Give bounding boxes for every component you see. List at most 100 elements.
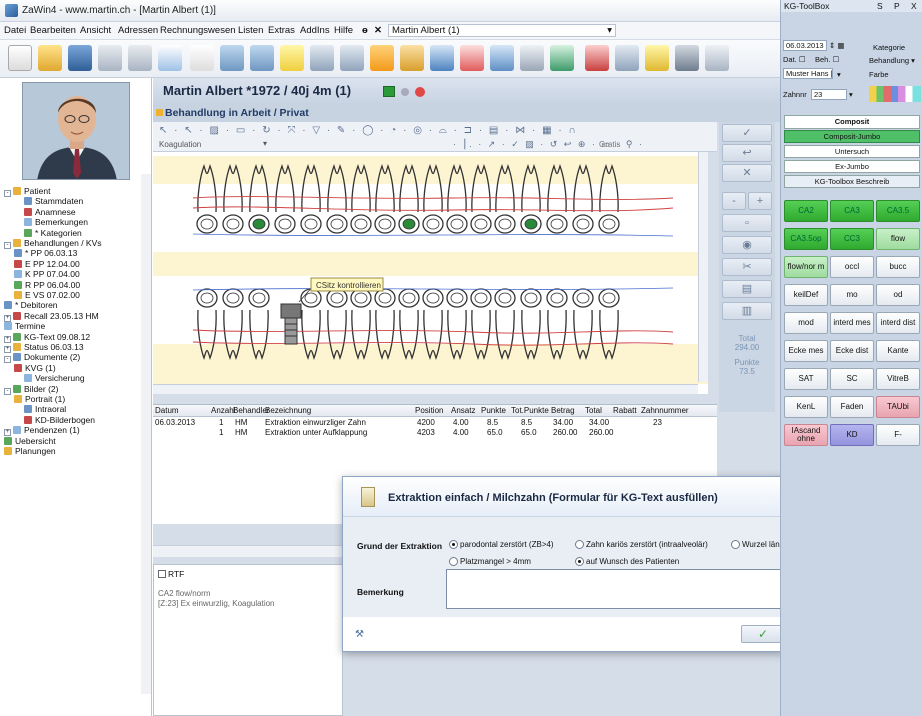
tree-item[interactable]: * Debitoren — [4, 300, 58, 311]
toolbox-key[interactable]: Faden — [830, 396, 874, 418]
menu-hilfe[interactable]: Hilfe — [334, 25, 353, 36]
pin-icon[interactable]: ɵ — [362, 25, 368, 36]
tree-item[interactable]: KD-Bilderbogen — [24, 415, 95, 426]
prev-record-icon[interactable] — [340, 45, 364, 71]
toolbox-key[interactable]: mod — [784, 312, 828, 334]
zahn-input[interactable]: 23 — [811, 89, 847, 100]
tree-item[interactable]: Uebersicht — [4, 436, 56, 447]
toolbox-key[interactable]: CA3.5 — [876, 200, 920, 222]
note-icon[interactable] — [280, 45, 304, 71]
menu-addins[interactable]: AddIns — [300, 25, 330, 36]
report-icon[interactable] — [645, 45, 669, 71]
table-row[interactable]: 06.03.2013 1 HM Extraktion einwurzliger Zah… — [153, 418, 717, 428]
date-spinner-icon[interactable]: ⇕ ▦ — [829, 41, 844, 50]
tooth-chart[interactable]: CSitz kontrollieren — [153, 152, 708, 394]
minus-button[interactable]: - — [722, 192, 746, 210]
column-header[interactable]: Total — [585, 406, 602, 415]
tree-item[interactable]: Bemerkungen — [24, 217, 88, 228]
tab-x[interactable]: X — [911, 1, 917, 11]
menu-extras[interactable]: Extras — [268, 25, 295, 36]
delete-button[interactable]: ✕ — [722, 164, 772, 182]
toolbox-key[interactable]: CA3 — [830, 200, 874, 222]
toolbox-key[interactable]: flow — [876, 228, 920, 250]
tree-item[interactable]: Termine — [4, 321, 45, 332]
color-palette[interactable] — [869, 86, 921, 102]
beh-checkbox[interactable]: Beh. ☐ — [815, 55, 839, 64]
toolbox-key[interactable]: CA2 — [784, 200, 828, 222]
toolbox-untersuch[interactable]: Untersuch — [784, 145, 920, 158]
toolbox-key[interactable]: od — [876, 284, 920, 306]
chart-vscrollbar[interactable] — [698, 152, 708, 382]
tree-expander-icon[interactable]: - — [4, 387, 11, 395]
toolbox-key[interactable]: bucc — [876, 256, 920, 278]
refresh-icon[interactable] — [430, 45, 454, 71]
toolbox-key[interactable]: Kante — [876, 340, 920, 362]
tree-item[interactable]: Stammdaten — [24, 196, 83, 207]
export-icon[interactable] — [705, 45, 729, 71]
table-row[interactable]: 1 HM Extraktion unter Aufklappung 4203 4.00 6… — [153, 428, 717, 438]
dat-checkbox[interactable]: Dat. ☐ — [783, 55, 806, 64]
tree-item[interactable]: K PP 07.04.00 — [14, 269, 80, 280]
close-doc-icon[interactable]: ✕ — [374, 25, 382, 36]
tree-item[interactable]: - Bilder (2) — [4, 384, 58, 395]
menu-adressen[interactable]: Adressen — [118, 25, 158, 36]
menu-bearbeiten[interactable]: Bearbeiten — [30, 25, 76, 36]
ok-button[interactable]: ✓ — [741, 625, 785, 643]
tree-item[interactable]: Versicherung — [24, 373, 85, 384]
menu-listen[interactable]: Listen — [238, 25, 263, 36]
tree-item[interactable]: E PP 12.04.00 — [14, 259, 80, 270]
toolbox-key[interactable]: CC3 — [830, 228, 874, 250]
toolbox-key[interactable]: Ecke dist — [830, 340, 874, 362]
chart-hscrollbar[interactable] — [153, 384, 698, 394]
tree-item[interactable]: + Status 06.03.13 — [4, 342, 84, 353]
tree-item[interactable]: - Dokumente (2) — [4, 352, 80, 364]
save-icon[interactable] — [68, 45, 92, 71]
phone-icon[interactable] — [550, 45, 574, 71]
column-header[interactable]: Datum — [155, 406, 179, 415]
tree-item[interactable]: Intraoral — [24, 404, 66, 415]
toolbox-key[interactable]: TAUbi — [876, 396, 920, 418]
open-folder-icon[interactable] — [38, 45, 62, 71]
behandlung-dropdown[interactable]: Behandlung ▾ — [869, 56, 915, 65]
toolbox-key[interactable]: Ecke mes — [784, 340, 828, 362]
muster-arrow-icon[interactable]: ▾ — [837, 70, 841, 79]
menu-rechnungswesen[interactable]: Rechnungswesen — [160, 25, 236, 36]
toolbox-key[interactable]: interd mes — [830, 312, 874, 334]
muster-dropdown[interactable]: Muster Hans [Chi — [783, 68, 833, 79]
option-karies[interactable]: Zahn kariös zerstört (intraalveolär) — [575, 540, 708, 549]
toolbox-key[interactable]: CA3.5op — [784, 228, 828, 250]
toolbox-key[interactable]: SC — [830, 368, 874, 390]
calendar-date-icon[interactable] — [585, 45, 609, 71]
toolbox-key[interactable]: VitreB — [876, 368, 920, 390]
view-button[interactable]: ◉ — [722, 236, 772, 254]
tree-item[interactable]: Anamnese — [24, 207, 76, 218]
tree-item[interactable]: Planungen — [4, 446, 56, 457]
column-header[interactable]: Tot.Punkte — [511, 406, 549, 415]
tooth-tool-icon[interactable] — [520, 45, 544, 71]
fax-icon[interactable] — [615, 45, 639, 71]
tree-item[interactable]: Portrait (1) — [14, 394, 65, 405]
toolbox-key[interactable]: SAT — [784, 368, 828, 390]
grid-icon[interactable] — [675, 45, 699, 71]
document-icon[interactable] — [158, 45, 182, 71]
gratis-toggle[interactable]: Gratis — [599, 140, 620, 149]
toolbox-beschreib[interactable]: KG-Toolbox Beschreib — [784, 175, 920, 188]
first-record-icon[interactable] — [310, 45, 334, 71]
tree-expander-icon[interactable]: - — [4, 242, 11, 249]
toolbox-key[interactable]: IAscand ohne — [784, 424, 828, 446]
column-header[interactable]: Behandler — [233, 406, 269, 415]
tree-item[interactable]: + KG-Text 09.08.12 — [4, 332, 90, 343]
tree-item[interactable]: + Recall 23.05.13 HM — [4, 311, 99, 322]
toolbox-key[interactable]: interd dist — [876, 312, 920, 334]
toolbox-key[interactable]: KenL — [784, 396, 828, 418]
mode-dropdown[interactable]: Koagulation — [159, 140, 201, 149]
tree-item[interactable]: - Patient — [4, 186, 50, 197]
column-header[interactable]: Punkte — [481, 406, 506, 415]
clock-icon[interactable] — [400, 45, 424, 71]
tree-item[interactable]: - Behandlungen / KVs — [4, 238, 102, 249]
column-header[interactable]: Anzahl — [211, 406, 235, 415]
plus-button[interactable]: + — [748, 192, 772, 210]
option-platzmangel[interactable]: Platzmangel > 4mm — [449, 557, 531, 566]
paste-button[interactable]: ▥ — [722, 302, 772, 320]
column-header[interactable]: Bezeichnung — [265, 406, 311, 415]
